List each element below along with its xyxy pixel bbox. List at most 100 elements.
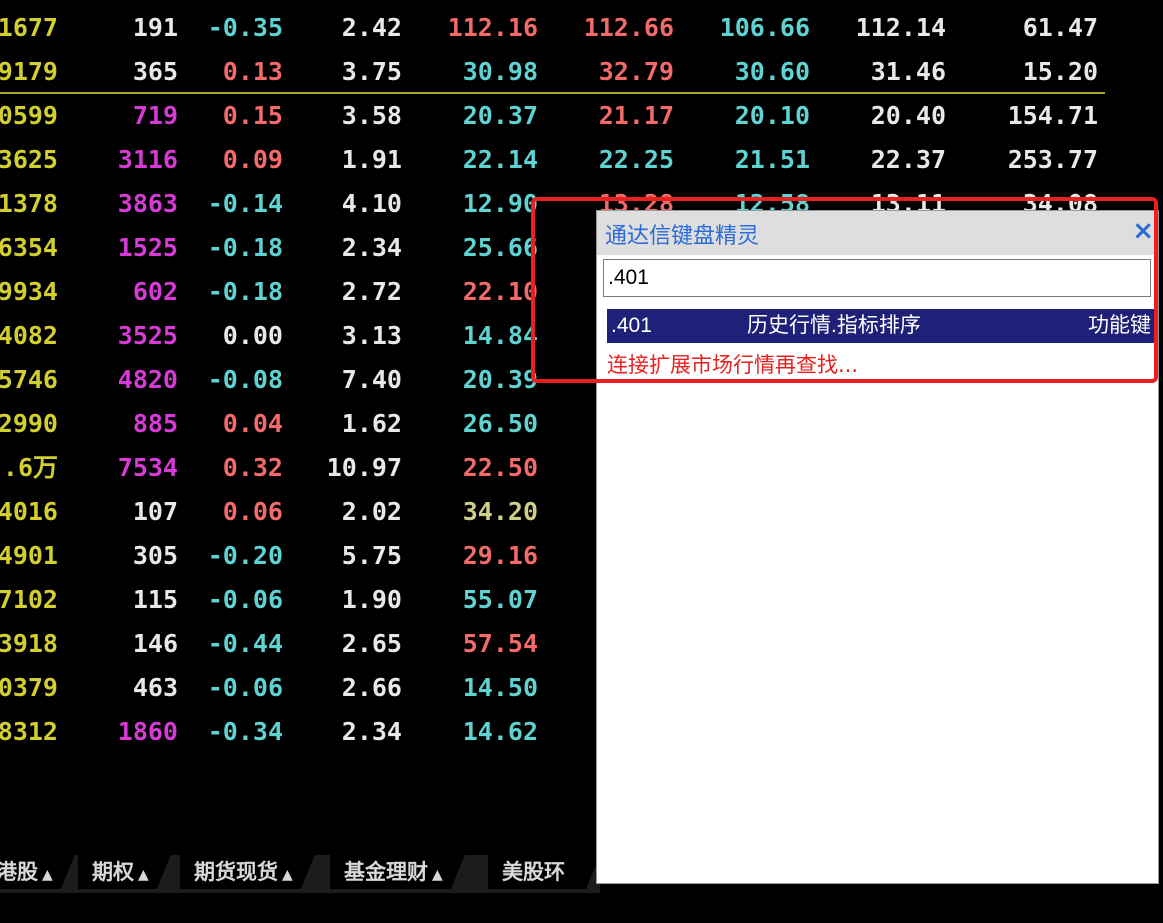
table-cell: 305 — [132, 541, 178, 570]
table-cell: -0.35 — [207, 13, 283, 42]
table-cell: 154.71 — [1007, 101, 1098, 130]
table-cell: 463 — [132, 673, 178, 702]
row-separator-line — [0, 92, 1105, 94]
table-cell: 3116 — [117, 145, 178, 174]
table-cell: -0.06 — [207, 585, 283, 614]
table-cell: 2990 — [0, 409, 58, 438]
triangle-up-icon: ▲ — [282, 867, 293, 883]
market-tab-label: 期权 — [92, 860, 134, 884]
table-cell: 7.40 — [341, 365, 402, 394]
table-cell: 0.04 — [222, 409, 283, 438]
table-cell: 14.62 — [462, 717, 538, 746]
table-cell: 2.42 — [341, 13, 402, 42]
table-row[interactable]: 3625 3116 0.09 1.91 22.14 22.25 21.51 22.37 253.… — [0, 132, 1163, 176]
table-cell: 22.37 — [870, 145, 946, 174]
table-cell: 112.14 — [855, 13, 946, 42]
table-cell: 22.10 — [462, 277, 538, 306]
table-cell: 20.10 — [734, 101, 810, 130]
table-cell: 30.98 — [462, 57, 538, 86]
table-cell: 20.39 — [462, 365, 538, 394]
market-tab[interactable]: 期权 ▲ — [78, 855, 171, 889]
table-cell: 20.37 — [462, 101, 538, 130]
table-cell: 7534 — [117, 453, 178, 482]
search-result-item[interactable]: .401 历史行情.指标排序 功能键 — [607, 309, 1155, 343]
table-cell: 3625 — [0, 145, 58, 174]
table-row[interactable]: 0599 719 0.15 3.58 20.37 21.17 20.10 20.40 154.7… — [0, 88, 1163, 132]
table-cell: 115 — [132, 585, 178, 614]
table-cell: 719 — [132, 101, 178, 130]
table-cell: .6万 — [2, 453, 58, 482]
table-cell: 20.40 — [870, 101, 946, 130]
market-tab-label: 基金理财 — [344, 860, 428, 884]
market-tab[interactable]: 港股 ▲ — [0, 855, 75, 889]
table-cell: -0.08 — [207, 365, 283, 394]
market-tab[interactable]: 美股环球 — [488, 855, 600, 889]
triangle-up-icon: ▲ — [432, 867, 443, 883]
table-cell: 0.09 — [222, 145, 283, 174]
table-cell: 0379 — [0, 673, 58, 702]
result-description: 历史行情.指标排序 — [747, 314, 921, 337]
table-cell: -0.18 — [207, 277, 283, 306]
table-cell: 0599 — [0, 101, 58, 130]
table-cell: 112.66 — [583, 13, 674, 42]
table-row[interactable]: 1677 191 -0.35 2.42 112.16 112.66 106.66 112.14… — [0, 0, 1163, 44]
market-tab-label: 港股 — [0, 860, 38, 884]
table-cell: 6354 — [0, 233, 58, 262]
close-icon[interactable]: × — [1132, 216, 1154, 246]
table-cell: 365 — [132, 57, 178, 86]
table-cell: 57.54 — [462, 629, 538, 658]
table-cell: 112.16 — [447, 13, 538, 42]
triangle-up-icon: ▲ — [138, 867, 149, 883]
table-cell: 3.13 — [341, 321, 402, 350]
table-cell: 106.66 — [719, 13, 810, 42]
table-cell: 2.72 — [341, 277, 402, 306]
table-cell: 4820 — [117, 365, 178, 394]
table-cell: 1860 — [117, 717, 178, 746]
table-cell: 107 — [132, 497, 178, 526]
market-tab[interactable]: 期货现货 ▲ — [180, 855, 315, 889]
table-cell: 2.34 — [341, 717, 402, 746]
table-cell: 0.13 — [222, 57, 283, 86]
table-cell: 1.90 — [341, 585, 402, 614]
result-code: .401 — [611, 314, 652, 337]
table-cell: 8312 — [0, 717, 58, 746]
table-cell: 2.65 — [341, 629, 402, 658]
table-cell: -0.06 — [207, 673, 283, 702]
search-input[interactable] — [603, 259, 1151, 297]
market-tab-bar: 港股 ▲ 期权 ▲ 期货现货 ▲ 基金理财 ▲ 美股环球 — [0, 855, 600, 893]
table-cell: 10.97 — [326, 453, 402, 482]
table-cell: 0.00 — [222, 321, 283, 350]
table-cell: 4082 — [0, 321, 58, 350]
table-cell: -0.20 — [207, 541, 283, 570]
table-cell: 3.75 — [341, 57, 402, 86]
table-cell: 29.16 — [462, 541, 538, 570]
popup-title-bar[interactable]: 通达信键盘精灵 × — [597, 211, 1158, 255]
table-cell: 21.17 — [598, 101, 674, 130]
table-row[interactable]: 9179 365 0.13 3.75 30.98 32.79 30.60 31.46 15.20 — [0, 44, 1163, 88]
table-cell: 32.79 — [598, 57, 674, 86]
table-cell: 3525 — [117, 321, 178, 350]
table-cell: 9179 — [0, 57, 58, 86]
market-tab-label: 美股环球 — [502, 860, 565, 918]
table-cell: 1525 — [117, 233, 178, 262]
table-cell: 61.47 — [1022, 13, 1098, 42]
table-cell: 15.20 — [1022, 57, 1098, 86]
table-cell: 30.60 — [734, 57, 810, 86]
market-tab-label: 期货现货 — [194, 860, 278, 884]
table-cell: 4016 — [0, 497, 58, 526]
market-tab[interactable]: 基金理财 ▲ — [330, 855, 465, 889]
table-cell: 4901 — [0, 541, 58, 570]
table-cell: 34.20 — [462, 497, 538, 526]
table-cell: 253.77 — [1007, 145, 1098, 174]
table-cell: 55.07 — [462, 585, 538, 614]
table-cell: 146 — [132, 629, 178, 658]
connect-extended-market-link[interactable]: 连接扩展市场行情再查找... — [607, 349, 858, 379]
popup-title: 通达信键盘精灵 — [605, 224, 760, 249]
table-cell: 191 — [132, 13, 178, 42]
table-cell: -0.18 — [207, 233, 283, 262]
table-cell: 25.66 — [462, 233, 538, 262]
table-cell: 2.66 — [341, 673, 402, 702]
triangle-up-icon: ▲ — [42, 867, 53, 883]
table-cell: 14.50 — [462, 673, 538, 702]
table-cell: 3.58 — [341, 101, 402, 130]
